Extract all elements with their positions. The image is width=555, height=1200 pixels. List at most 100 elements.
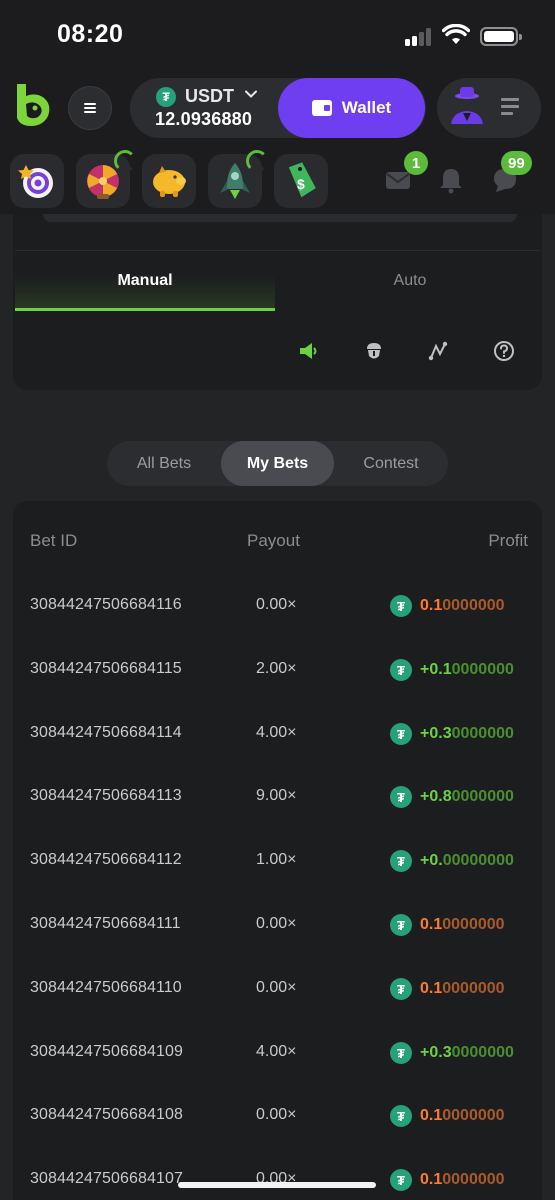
profit-main: 0.1 [420,980,443,997]
profit-value: 0.10000000 [420,1171,505,1189]
usdt-coin-icon: ₮ [390,723,412,745]
home-indicator[interactable] [178,1182,376,1188]
table-row[interactable]: 30844247506684110 0.00× ₮ 0.10000000 [13,974,542,1004]
target-icon [18,165,53,198]
profit-main: 0.1 [420,1107,443,1124]
piggy-bank-icon [153,166,186,197]
profit-value: +0.30000000 [420,725,514,743]
profit-main: +0. [420,852,443,869]
bc-logo-icon[interactable] [14,82,52,128]
column-bet-id: Bet ID [30,531,78,550]
promo-piggy-tile[interactable] [142,154,196,208]
profit-decimals: 00000000 [442,852,514,869]
profit-main: 0.1 [420,1171,443,1188]
table-row[interactable]: 30844247506684107 0.00× ₮ 0.10000000 [13,1165,542,1195]
list-icon[interactable] [501,98,521,116]
promo-wheel-tile[interactable] [76,150,136,208]
payout-value: 4.00× [256,724,297,741]
profit-main: 0.1 [420,597,443,614]
payout-value: 1.00× [256,851,297,868]
profit-decimals: 0000000 [442,1171,505,1188]
status-time: 08:20 [57,20,124,48]
chat-badge: 99 [501,151,532,175]
spinner-icon [114,150,136,172]
usdt-coin-icon: ₮ [390,659,412,681]
table-row[interactable]: 30844247506684114 4.00× ₮ +0.30000000 [13,719,542,749]
balance-selector[interactable]: ₮ USDT 12.0936880 Wallet [130,78,426,138]
status-bar: 08:20 [0,0,555,66]
my-bets-table: Bet ID Payout Profit 30844247506684116 0.… [13,501,542,1200]
wifi-icon [442,24,470,44]
profit-cell: ₮ +0.00000000 [390,848,514,874]
balance-amount: 12.0936880 [155,109,253,129]
profit-value: +0.80000000 [420,788,514,806]
profit-cell: ₮ 0.10000000 [390,593,505,619]
chart-icon[interactable] [427,340,449,362]
panel-edge [43,214,517,222]
usdt-coin-icon: ₮ [390,914,412,936]
tab-my-bets[interactable]: My Bets [221,441,334,486]
table-row[interactable]: 30844247506684111 0.00× ₮ 0.10000000 [13,910,542,940]
tab-contest[interactable]: Contest [334,441,448,486]
table-row[interactable]: 30844247506684116 0.00× ₮ 0.10000000 [13,591,542,621]
bet-id: 30844247506684115 [30,660,182,677]
profit-value: +0.00000000 [420,852,514,870]
tab-all-bets[interactable]: All Bets [107,441,221,486]
usdt-coin-icon: ₮ [390,978,412,1000]
tab-manual[interactable]: Manual [15,251,275,311]
table-row[interactable]: 30844247506684109 4.00× ₮ +0.30000000 [13,1038,542,1068]
profit-decimals: 0000000 [451,788,514,805]
profit-cell: ₮ 0.10000000 [390,1167,505,1193]
payout-value: 2.00× [256,660,297,677]
tab-auto[interactable]: Auto [280,251,540,311]
profit-cell: ₮ 0.10000000 [390,1103,505,1129]
profit-cell: ₮ 0.10000000 [390,976,505,1002]
cellular-signal-icon [405,26,433,46]
avatar[interactable] [445,84,489,128]
profit-main: +0.1 [420,661,452,678]
table-row[interactable]: 30844247506684113 9.00× ₮ +0.80000000 [13,782,542,812]
profit-cell: ₮ +0.30000000 [390,1040,514,1066]
payout-value: 9.00× [256,787,297,804]
svg-text:$: $ [297,176,305,192]
bet-id: 30844247506684111 [30,915,181,932]
bet-id: 30844247506684116 [30,596,182,613]
battery-icon [480,27,522,46]
wallet-button-label: Wallet [341,98,392,117]
profit-main: 0.1 [420,916,443,933]
table-row[interactable]: 30844247506684112 1.00× ₮ +0.00000000 [13,846,542,876]
table-header: Bet ID Payout Profit [13,531,542,555]
profit-main: +0.3 [420,1044,452,1061]
mode-tabs: Manual Auto [15,250,540,311]
profit-decimals: 0000000 [442,916,505,933]
table-row[interactable]: 30844247506684108 0.00× ₮ 0.10000000 [13,1101,542,1131]
bets-tabs: All Bets My Bets Contest [107,441,448,486]
user-menu[interactable] [437,78,541,138]
profit-main: +0.3 [420,725,452,742]
bet-id: 30844247506684107 [30,1170,183,1187]
promo-target-tile[interactable] [10,154,64,208]
price-tag-icon: $ [288,162,316,198]
usdt-coin-icon: ₮ [390,1169,412,1191]
payout-value: 0.00× [256,1106,297,1123]
app-header: ₮ USDT 12.0936880 Wallet [0,66,555,148]
fairness-icon[interactable] [363,340,385,362]
bet-id: 30844247506684114 [30,724,182,741]
usdt-coin-icon: ₮ [390,850,412,872]
wallet-button[interactable]: Wallet [278,78,425,138]
currency-label: USDT [185,86,234,106]
profit-cell: ₮ +0.80000000 [390,784,514,810]
menu-button[interactable] [68,86,112,130]
column-profit: Profit [488,531,528,550]
sound-icon[interactable] [297,340,319,362]
promo-tag-tile[interactable]: $ [274,154,328,208]
usdt-coin-icon: ₮ [156,87,176,107]
help-icon[interactable] [493,340,515,362]
promo-rocket-tile[interactable] [208,150,268,208]
bet-id: 30844247506684109 [30,1043,183,1060]
usdt-coin-icon: ₮ [390,1042,412,1064]
table-row[interactable]: 30844247506684115 2.00× ₮ +0.10000000 [13,655,542,685]
payout-value: 4.00× [256,1043,297,1060]
profit-value: 0.10000000 [420,597,505,615]
bell-icon[interactable] [437,166,465,194]
